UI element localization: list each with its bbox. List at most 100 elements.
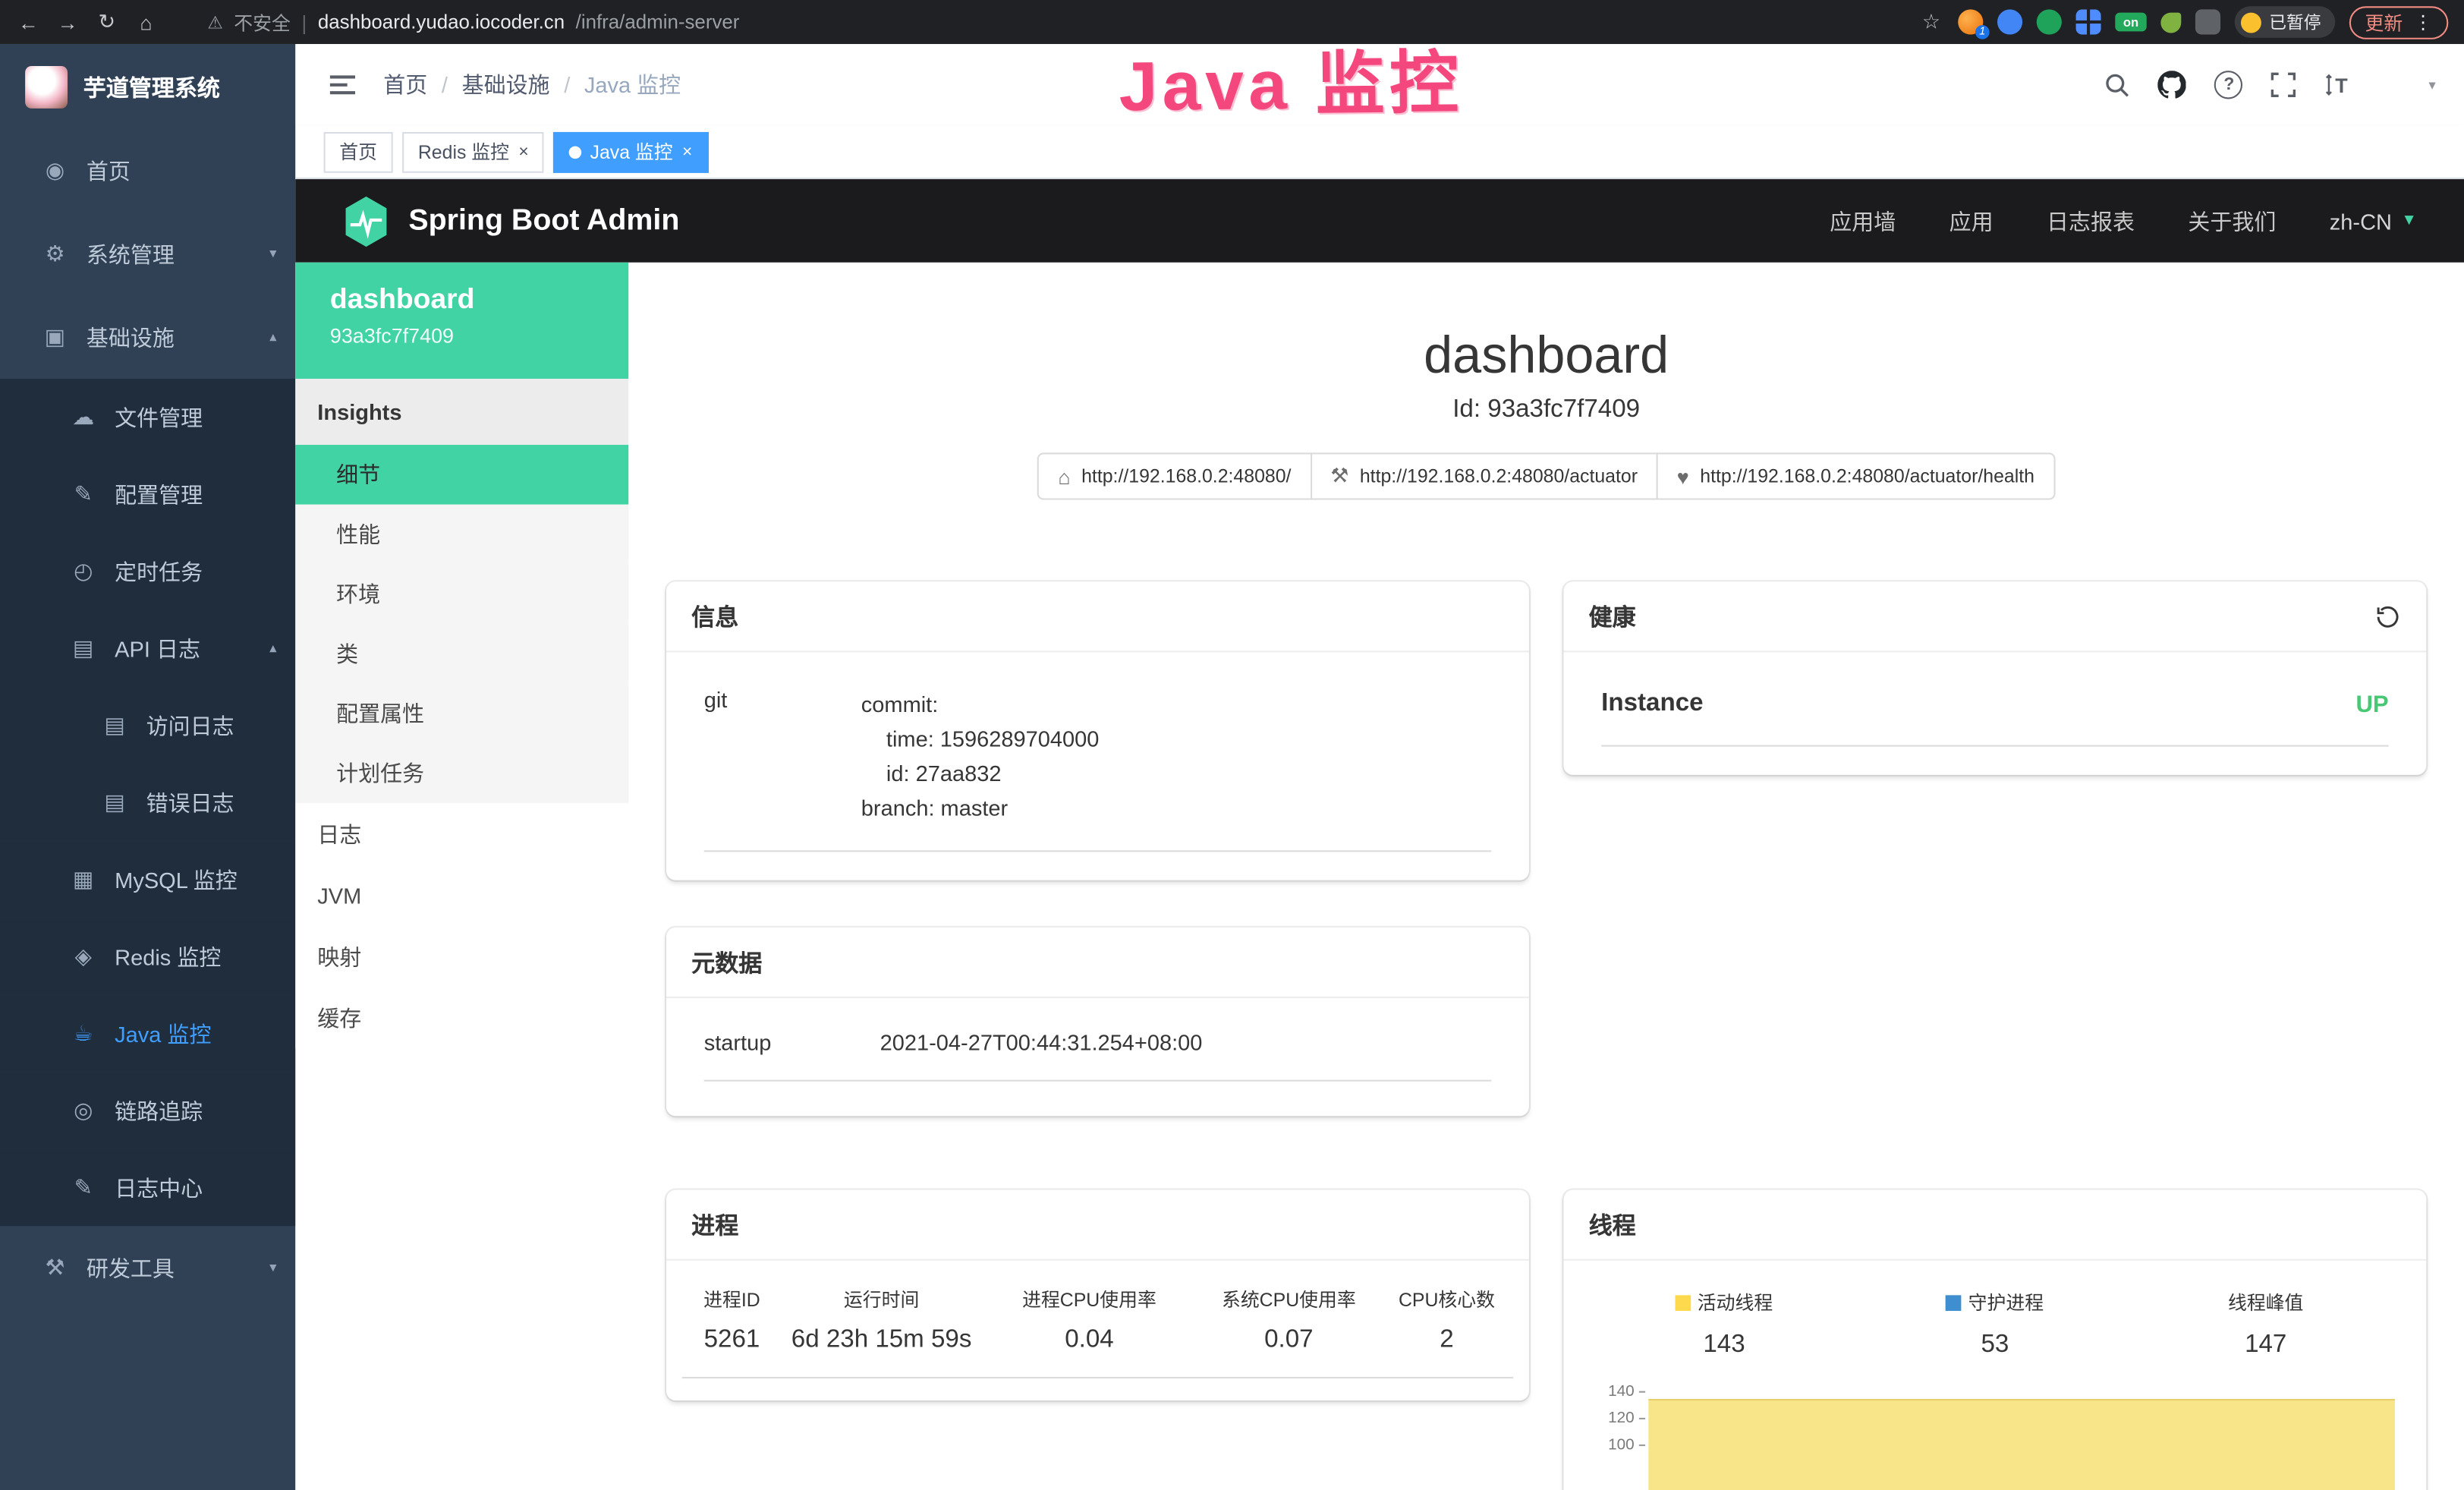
paused-extension-badge[interactable]: 已暂停	[2235, 6, 2336, 37]
extension-switch-on-icon[interactable]: on	[2115, 13, 2146, 32]
database-icon: ▦	[69, 866, 97, 893]
browser-home-icon[interactable]: ⌂	[134, 10, 159, 33]
instance-links: ⌂ http://192.168.0.2:48080/ ⚒ http://192…	[666, 452, 2426, 499]
card-title: 进程	[691, 1208, 738, 1240]
insights-group-header: Insights	[295, 379, 628, 445]
close-icon[interactable]: ×	[518, 142, 528, 161]
sidebar-item-dev-tools[interactable]: ⚒ 研发工具 ▾	[0, 1226, 295, 1309]
nav-journal[interactable]: 日志报表	[2047, 205, 2135, 236]
address-bar[interactable]: ⚠ 不安全 | dashboard.yudao.iocoder.cn/infra…	[207, 8, 1904, 35]
breadcrumb-infrastructure[interactable]: 基础设施	[462, 69, 550, 100]
forward-icon[interactable]: →	[55, 10, 80, 33]
java-icon: ☕	[69, 1020, 97, 1047]
extension-check-icon[interactable]	[2037, 9, 2062, 34]
tools-icon: ⚒	[41, 1254, 69, 1281]
font-size-icon[interactable]: T	[2325, 72, 2353, 97]
search-icon[interactable]	[2105, 72, 2130, 97]
sba-item-scheduled-tasks[interactable]: 计划任务	[295, 743, 628, 803]
breadcrumb-home[interactable]: 首页	[383, 69, 427, 100]
health-instance-label: Instance	[1601, 690, 1703, 718]
sidebar-item-access-logs[interactable]: ▤ 访问日志	[0, 687, 295, 764]
history-icon[interactable]	[2374, 603, 2401, 629]
close-icon[interactable]: ×	[682, 142, 692, 161]
sidebar-item-api-logs[interactable]: ▤ API 日志 ▴	[0, 610, 295, 686]
tab-redis-monitor[interactable]: Redis 监控 ×	[402, 131, 544, 172]
instance-block[interactable]: dashboard 93a3fc7f7409	[295, 263, 628, 379]
timer-icon: ◴	[69, 558, 97, 584]
cloud-icon: ☁	[69, 404, 97, 430]
threads-chart: 140 120 100	[1589, 1378, 2402, 1490]
extension-fire-icon[interactable]: 1	[1958, 9, 1983, 34]
svg-text:T: T	[2336, 74, 2349, 97]
active-dot	[570, 146, 583, 159]
sidebar-toggle-icon[interactable]	[324, 69, 362, 100]
help-icon[interactable]: ?	[2215, 71, 2243, 99]
tab-java-monitor[interactable]: Java 监控 ×	[554, 131, 708, 172]
security-warning-icon: ⚠	[207, 12, 222, 33]
app-logo[interactable]: 芋道管理系统	[0, 44, 295, 129]
user-avatar[interactable]: ▾	[2381, 64, 2436, 106]
sidebar-item-system-mgmt[interactable]: ⚙ 系统管理 ▾	[0, 213, 295, 296]
admin-sidebar: 芋道管理系统 ◉ 首页 ⚙ 系统管理 ▾ ▣ 基础设施 ▴ ☁ 文件管理 ✎	[0, 44, 295, 1490]
security-label: 不安全	[234, 8, 291, 35]
tab-home[interactable]: 首页	[324, 131, 393, 172]
chevron-down-icon: ▾	[269, 1259, 276, 1277]
sba-logo-icon	[342, 194, 389, 247]
sidebar-item-infrastructure[interactable]: ▣ 基础设施 ▴	[0, 295, 295, 379]
annotation-text: Java 监控	[1119, 27, 1464, 131]
url-path: /infra/admin-server	[576, 11, 740, 33]
locale-selector[interactable]: zh-CN ▼	[2330, 208, 2417, 233]
back-icon[interactable]: ←	[16, 10, 41, 33]
browser-toolbar-right: ☆ 1 on 已暂停 更新 ⋮	[1918, 5, 2448, 38]
info-value: commit: time: 1596289704000 id: 27aa832 …	[861, 687, 1100, 825]
sba-item-metrics[interactable]: 性能	[295, 505, 628, 565]
fullscreen-icon[interactable]	[2271, 72, 2296, 97]
monitor-icon: ▣	[41, 324, 69, 351]
sba-item-jvm[interactable]: JVM	[295, 865, 628, 926]
bookmark-star-icon[interactable]: ☆	[1918, 9, 1943, 34]
gear-icon: ⚙	[41, 241, 69, 267]
nav-about[interactable]: 关于我们	[2188, 205, 2276, 236]
threads-chart-yaxis: 140 120 100	[1589, 1378, 1646, 1490]
process-card: 进程 进程ID5261 运行时间6d 23h 15m 59s 进程CPU使用率0…	[666, 1190, 1529, 1400]
sidebar-item-config-mgmt[interactable]: ✎ 配置管理	[0, 456, 295, 533]
sba-item-mappings[interactable]: 映射	[295, 926, 628, 988]
github-icon[interactable]	[2158, 71, 2186, 99]
sba-sidebar: dashboard 93a3fc7f7409 Insights 细节 性能 环境…	[295, 263, 628, 1490]
sidebar-item-scheduled-jobs[interactable]: ◴ 定时任务	[0, 533, 295, 610]
extension-puzzle-icon[interactable]	[2195, 9, 2220, 34]
sba-item-config-props[interactable]: 配置属性	[295, 684, 628, 744]
sba-item-details[interactable]: 细节	[295, 445, 628, 505]
metadata-row: startup 2021-04-27T00:44:31.254+08:00	[704, 1029, 1491, 1081]
sba-item-caches[interactable]: 缓存	[295, 987, 628, 1048]
extension-drop-icon[interactable]	[1997, 9, 2022, 34]
info-card: 信息 git commit: time: 1596289704000 id: 2…	[666, 581, 1529, 880]
sidebar-item-java-monitor[interactable]: ☕ Java 监控	[0, 995, 295, 1072]
sba-brand[interactable]: Spring Boot Admin	[342, 194, 679, 247]
reload-icon[interactable]: ↻	[94, 9, 119, 34]
service-url-link[interactable]: ⌂ http://192.168.0.2:48080/	[1037, 452, 1311, 499]
sidebar-item-file-mgmt[interactable]: ☁ 文件管理	[0, 379, 295, 455]
sba-item-classes[interactable]: 类	[295, 624, 628, 684]
page-subtitle: Id: 93a3fc7f7409	[666, 396, 2426, 424]
browser-update-button[interactable]: 更新 ⋮	[2349, 5, 2448, 38]
sidebar-item-home[interactable]: ◉ 首页	[0, 129, 295, 213]
sidebar-item-mysql-monitor[interactable]: ▦ MySQL 监控	[0, 841, 295, 918]
browser-menu-icon[interactable]: ⋮	[2414, 11, 2433, 33]
sidebar-item-log-center[interactable]: ✎ 日志中心	[0, 1149, 295, 1226]
logo-image	[25, 65, 68, 108]
sba-item-logs[interactable]: 日志	[295, 803, 628, 865]
health-url-link[interactable]: ♥ http://192.168.0.2:48080/actuator/heal…	[1657, 452, 2055, 499]
extension-leaf-icon[interactable]	[2160, 12, 2181, 33]
actuator-url-link[interactable]: ⚒ http://192.168.0.2:48080/actuator	[1310, 452, 1658, 499]
extension-grid-icon[interactable]	[2075, 9, 2101, 34]
sba-item-environment[interactable]: 环境	[295, 564, 628, 624]
sidebar-item-error-logs[interactable]: ▤ 错误日志	[0, 764, 295, 840]
nav-applications[interactable]: 应用	[1949, 205, 1994, 236]
sidebar-item-tracing[interactable]: ◎ 链路追踪	[0, 1072, 295, 1148]
card-title: 线程	[1589, 1208, 1636, 1240]
tags-view: 首页 Redis 监控 × Java 监控 ×	[295, 126, 2464, 179]
sidebar-item-redis-monitor[interactable]: ◈ Redis 监控	[0, 918, 295, 994]
avatar-image	[2381, 64, 2424, 106]
nav-wallboard[interactable]: 应用墙	[1830, 205, 1896, 236]
